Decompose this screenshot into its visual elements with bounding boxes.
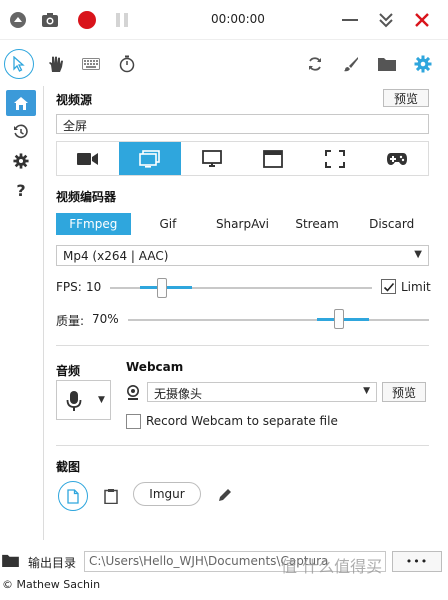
video-source-field[interactable]: 全屏 (56, 114, 429, 134)
title-bar: 00:00:00 (0, 0, 448, 40)
sidebar-item-history[interactable] (6, 119, 36, 145)
region-icon (325, 149, 346, 168)
keyboard-icon[interactable] (80, 54, 102, 74)
webcam-preview-button[interactable]: 预览 (382, 382, 426, 402)
imgur-button[interactable]: Imgur (133, 482, 201, 506)
tab-screen[interactable] (118, 142, 181, 175)
video-encoder-title: 视频编码器 (56, 190, 117, 204)
cursor-icon[interactable] (4, 49, 34, 79)
tab-camera[interactable] (57, 142, 119, 175)
tab-stream[interactable]: Stream (280, 213, 355, 235)
file-icon (67, 488, 79, 504)
close-icon[interactable] (412, 10, 432, 30)
gamepad-icon (386, 152, 408, 166)
watermark: 值 什么值得买 (281, 557, 383, 576)
quality-value: 70% (92, 312, 119, 326)
copyright-text: © Mathew Sachin (2, 578, 101, 591)
divider (56, 345, 429, 346)
screenshot-title: 截图 (56, 460, 81, 474)
quality-label: 质量: (56, 314, 85, 328)
monitor-icon (201, 149, 222, 168)
clipboard-icon (104, 488, 118, 504)
sidebar-item-home[interactable] (6, 90, 36, 116)
chevron-down-icon: ▼ (414, 249, 422, 260)
screen-icon (138, 149, 161, 168)
quality-slider-track[interactable] (128, 319, 429, 321)
tab-region[interactable] (304, 142, 366, 175)
edit-button[interactable] (215, 486, 235, 504)
chevron-down-icon: ▼ (98, 395, 105, 405)
output-label: 输出目录 (28, 556, 77, 570)
hand-icon[interactable] (46, 54, 66, 74)
collapse-icon[interactable] (376, 10, 396, 30)
quality-slider-thumb[interactable] (333, 309, 344, 329)
help-icon: ? (16, 180, 26, 200)
format-value: Mp4 (x264 | AAC) (63, 249, 169, 263)
microphone-icon (66, 390, 82, 412)
timer-icon[interactable] (117, 54, 137, 74)
browse-button[interactable]: ••• (392, 551, 442, 572)
folder-icon[interactable] (376, 54, 398, 74)
tab-gamepad[interactable] (366, 142, 428, 175)
tab-monitor[interactable] (181, 142, 243, 175)
home-icon (13, 96, 29, 111)
save-to-disk-button[interactable] (58, 481, 88, 511)
sidebar: ? (0, 86, 44, 540)
webcam-title: Webcam (126, 360, 184, 374)
chevron-down-icon: ▼ (363, 386, 370, 396)
webcam-icon (126, 385, 140, 401)
pencil-icon (218, 488, 232, 502)
window-icon (263, 149, 284, 168)
encoder-tabs: FFmpeg Gif SharpAvi Stream Discard (56, 213, 429, 235)
limit-label: Limit (401, 280, 431, 294)
video-preview-button[interactable]: 预览 (383, 89, 429, 107)
toolbar (0, 44, 448, 84)
format-select[interactable]: Mp4 (x264 | AAC) ▼ (56, 245, 429, 266)
tab-gif[interactable]: Gif (131, 213, 206, 235)
tab-discard[interactable]: Discard (354, 213, 429, 235)
brush-icon[interactable] (341, 54, 361, 74)
webcam-select[interactable]: 无摄像头 ▼ (147, 382, 377, 402)
menu-up-icon[interactable] (8, 10, 28, 30)
sidebar-item-help[interactable]: ? (6, 177, 36, 203)
fps-label: FPS: (56, 280, 82, 294)
camera-icon[interactable] (40, 10, 60, 30)
separate-file-label: Record Webcam to separate file (146, 414, 338, 428)
clipboard-button[interactable] (101, 486, 121, 506)
webcam-value: 无摄像头 (154, 387, 203, 401)
video-source-tabs (56, 141, 429, 176)
minimize-icon[interactable] (340, 10, 360, 30)
audio-title: 音频 (56, 364, 81, 378)
limit-checkbox[interactable] (381, 279, 396, 294)
history-icon (13, 124, 29, 140)
settings-icon[interactable] (413, 54, 433, 74)
divider (56, 445, 429, 446)
video-source-title: 视频源 (56, 93, 93, 107)
folder-icon[interactable] (2, 554, 19, 567)
camera-icon (76, 152, 99, 166)
refresh-icon[interactable] (305, 54, 325, 74)
recording-timer: 00:00:00 (211, 12, 265, 26)
separate-file-checkbox[interactable] (126, 414, 141, 429)
sidebar-item-settings[interactable] (6, 148, 36, 174)
status-bar: © Mathew Sachin (0, 576, 448, 600)
audio-source-select[interactable]: ▼ (56, 380, 111, 420)
tab-ffmpeg[interactable]: FFmpeg (56, 213, 131, 235)
settings-icon (13, 153, 29, 169)
pause-icon[interactable] (112, 10, 132, 30)
tab-window[interactable] (242, 142, 304, 175)
checkmark-icon (383, 281, 395, 293)
fps-slider-thumb[interactable] (157, 278, 168, 298)
fps-value: 10 (86, 280, 102, 294)
tab-sharpavi[interactable]: SharpAvi (205, 213, 280, 235)
record-icon[interactable] (76, 9, 98, 31)
